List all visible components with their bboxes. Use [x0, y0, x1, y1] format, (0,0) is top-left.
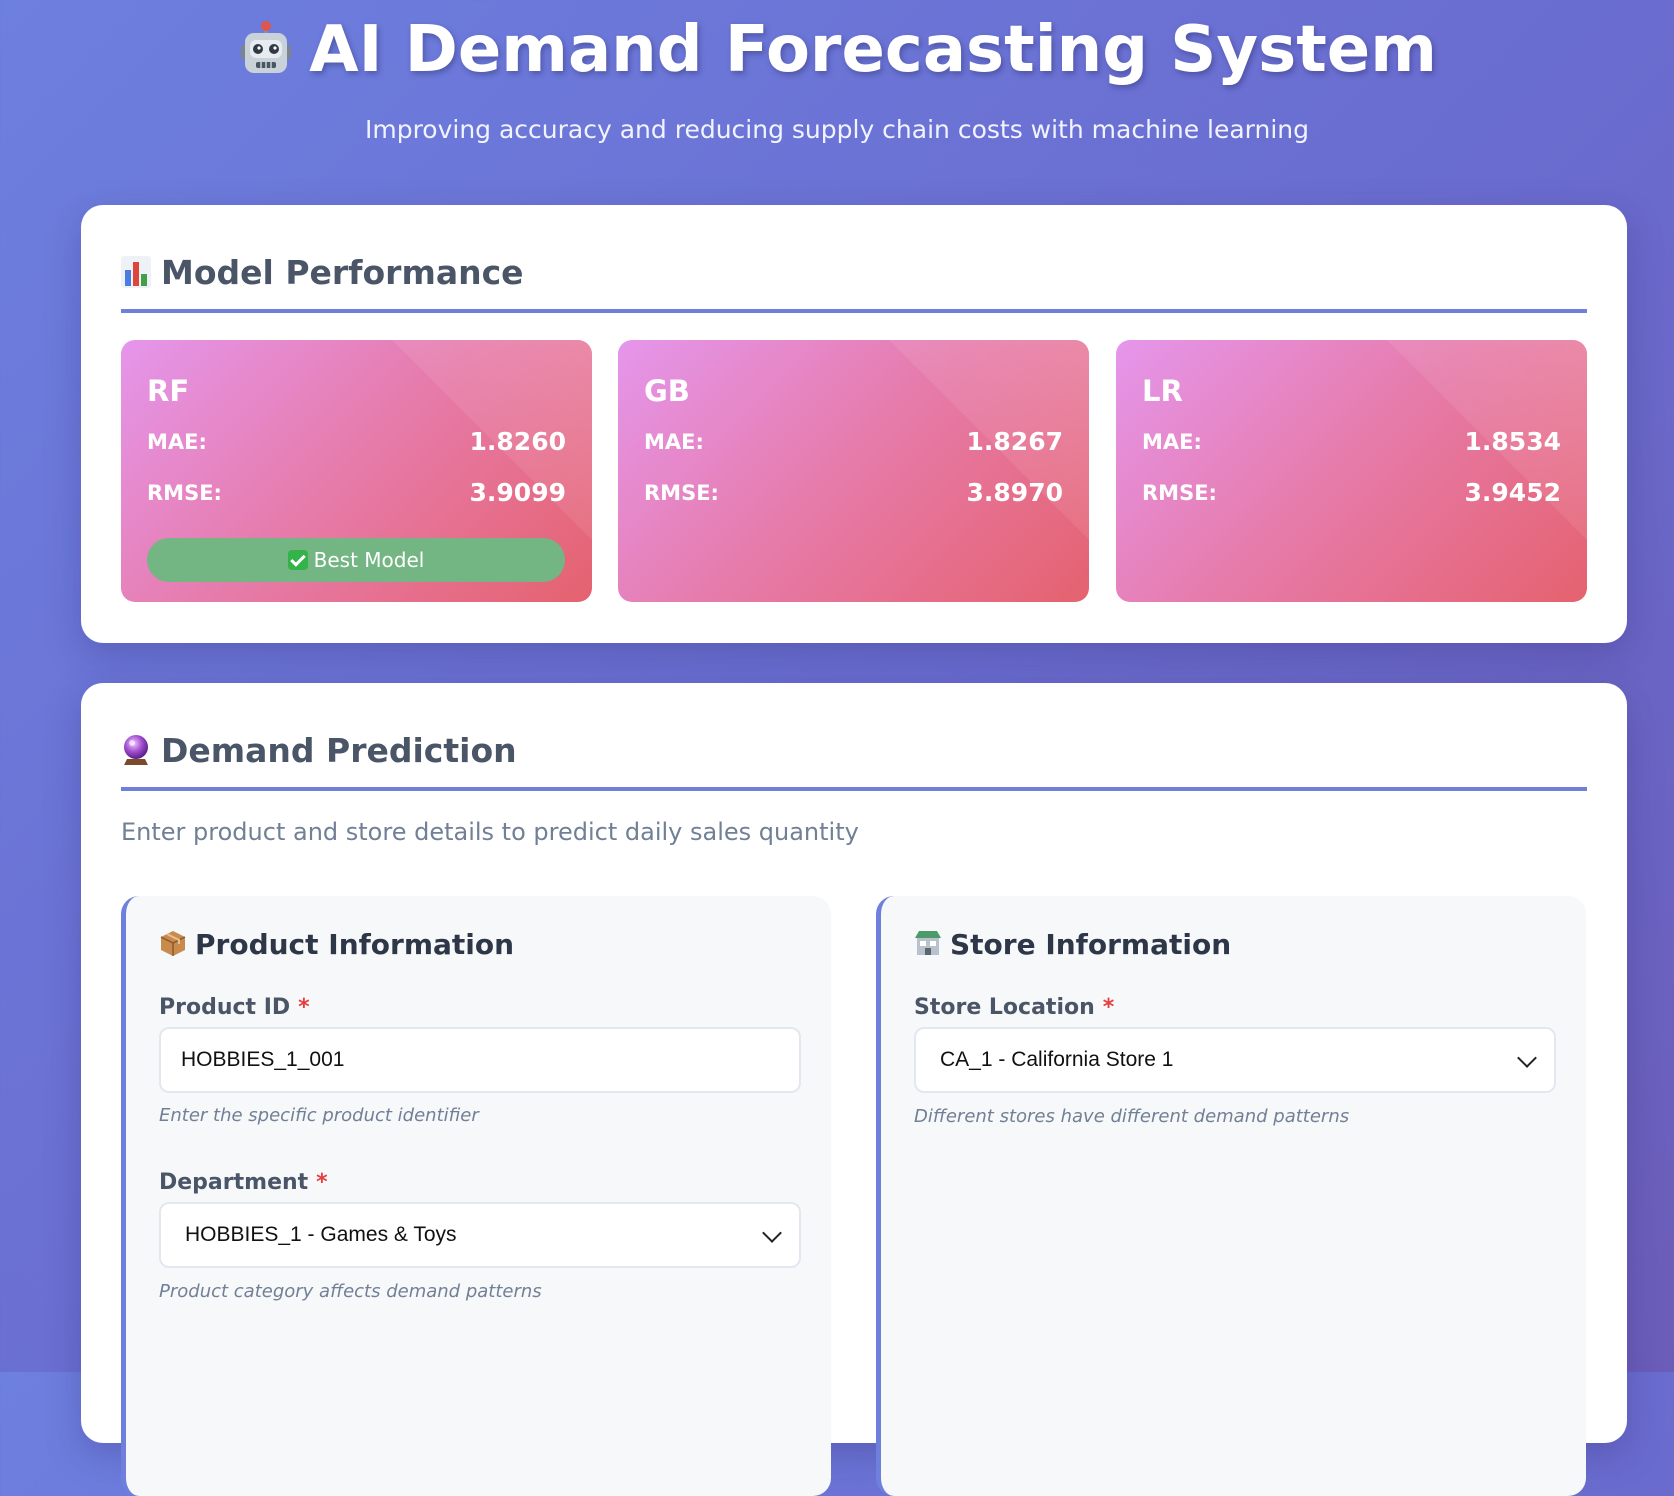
- check-mark-icon: [287, 550, 308, 570]
- crystal-ball-icon: [121, 733, 151, 777]
- mae-label: MAE:: [644, 430, 704, 454]
- mae-value: 1.8267: [966, 427, 1063, 456]
- model-card-rf: RF MAE: 1.8260 RMSE: 3.9099 Best Model: [121, 340, 592, 602]
- store-location-label: Store Location *: [914, 993, 1114, 1023]
- department-selected-value: HOBBIES_1 - Games & Toys: [185, 1223, 457, 1246]
- best-model-label: Best Model: [313, 548, 425, 572]
- store-location-label-text: Store Location: [914, 995, 1095, 1020]
- rmse-label: RMSE:: [1142, 481, 1217, 505]
- section-divider: [121, 787, 1587, 791]
- product-information-title: Product Information: [159, 926, 514, 967]
- chevron-down-icon: [1517, 1048, 1537, 1068]
- department-select[interactable]: HOBBIES_1 - Games & Toys: [159, 1202, 801, 1268]
- product-id-input[interactable]: [159, 1027, 801, 1093]
- demand-prediction-card: Demand Prediction Enter product and stor…: [81, 683, 1627, 1496]
- demand-prediction-title-text: Demand Prediction: [161, 731, 517, 770]
- mae-label: MAE:: [1142, 430, 1202, 454]
- required-marker: *: [298, 995, 310, 1020]
- required-marker: *: [316, 1170, 328, 1195]
- department-label-text: Department: [159, 1170, 309, 1195]
- model-name: LR: [1142, 374, 1183, 408]
- model-name: GB: [644, 374, 690, 408]
- store-information-panel: Store Information Store Location * CA_1 -…: [876, 896, 1586, 1496]
- page-subtitle: Improving accuracy and reducing supply c…: [364, 115, 1310, 144]
- mae-label: MAE:: [147, 430, 207, 454]
- product-information-title-text: Product Information: [195, 928, 515, 961]
- package-icon: [159, 929, 187, 967]
- store-location-selected-value: CA_1 - California Store 1: [940, 1048, 1174, 1071]
- rmse-value: 3.9099: [469, 478, 566, 507]
- page-title-text: AI Demand Forecasting System: [309, 13, 1437, 87]
- model-name: RF: [147, 374, 190, 408]
- department-label: Department *: [159, 1168, 328, 1198]
- bar-chart-icon: [121, 255, 151, 299]
- model-card-lr: LR MAE: 1.8534 RMSE: 3.9452: [1116, 340, 1587, 602]
- rmse-value: 3.9452: [1464, 478, 1561, 507]
- store-information-title: Store Information: [914, 926, 1231, 967]
- model-card-gb: GB MAE: 1.8267 RMSE: 3.8970: [618, 340, 1089, 602]
- store-location-select[interactable]: CA_1 - California Store 1: [914, 1027, 1556, 1093]
- store-icon: [914, 929, 942, 967]
- page-title: AI Demand Forecasting System: [0, 8, 1674, 92]
- rmse-value: 3.8970: [966, 478, 1063, 507]
- product-information-panel: Product Information Product ID * Enter th…: [121, 896, 831, 1496]
- demand-prediction-title: Demand Prediction: [121, 729, 517, 777]
- mae-value: 1.8534: [1464, 427, 1561, 456]
- model-performance-title: Model Performance: [121, 251, 524, 299]
- model-performance-card: Model Performance RF MAE: 1.8260 RMSE: 3…: [81, 205, 1627, 643]
- rmse-label: RMSE:: [147, 481, 222, 505]
- prediction-description: Enter product and store details to predi…: [121, 818, 859, 846]
- product-id-label-text: Product ID: [159, 995, 291, 1020]
- required-marker: *: [1102, 995, 1115, 1020]
- best-model-badge: Best Model: [147, 538, 565, 582]
- robot-icon: [237, 14, 295, 73]
- department-hint: Product category affects demand patterns: [159, 1281, 542, 1302]
- store-information-title-text: Store Information: [950, 928, 1232, 961]
- product-id-hint: Enter the specific product identifier: [159, 1105, 479, 1126]
- product-id-label: Product ID *: [159, 993, 310, 1023]
- mae-value: 1.8260: [469, 427, 566, 456]
- store-location-hint: Different stores have different demand p…: [914, 1106, 1350, 1127]
- rmse-label: RMSE:: [644, 481, 719, 505]
- section-divider: [121, 309, 1587, 313]
- model-performance-title-text: Model Performance: [161, 253, 524, 292]
- chevron-down-icon: [762, 1223, 782, 1243]
